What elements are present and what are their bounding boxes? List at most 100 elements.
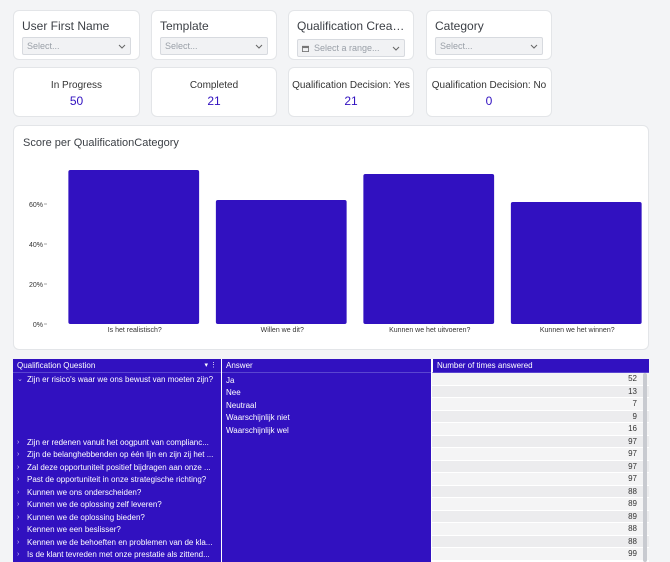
- question-text: Zijn er redenen vanuit het oogpunt van c…: [27, 437, 209, 447]
- question-row[interactable]: › Zijn er redenen vanuit het oogpunt van …: [13, 435, 221, 448]
- question-column: Qualification Question ▾ ⋮ ⌄ Zijn er ris…: [13, 359, 221, 562]
- answer-row: Ja: [226, 375, 235, 385]
- answer-row: Nee: [226, 388, 241, 398]
- chevron-right-icon[interactable]: ›: [17, 476, 27, 483]
- kpi-completed: Completed 21: [151, 67, 277, 117]
- y-tick-label: 60%: [29, 202, 43, 209]
- filter-label: Template: [160, 19, 209, 33]
- question-text: Zal deze opportuniteit positief bijdrage…: [27, 462, 211, 472]
- count-cell: 88: [432, 523, 649, 536]
- bar[interactable]: [363, 174, 495, 324]
- filter-template: Template Select...: [151, 10, 277, 60]
- count-cell: 88: [432, 485, 649, 498]
- question-text: Kennen we de behoeften en problemen van …: [27, 537, 213, 547]
- chevron-down-icon[interactable]: ⌄: [17, 375, 27, 383]
- chevron-down-icon: [530, 44, 538, 49]
- chevron-down-icon: [255, 44, 263, 49]
- chevron-right-icon[interactable]: ›: [17, 514, 27, 521]
- kpi-label: Completed: [189, 80, 239, 91]
- header-qualification-question[interactable]: Qualification Question ▾ ⋮: [13, 359, 221, 373]
- question-text: Kunnen we de oplossing zelf leveren?: [27, 500, 162, 510]
- count-cell: 97: [432, 473, 649, 486]
- answer-row: Waarschijnlijk wel: [226, 425, 289, 435]
- bar[interactable]: [510, 202, 642, 324]
- question-text: Past de opportuniteit in onze strategisc…: [27, 475, 207, 485]
- kpi-value: 0: [485, 94, 493, 108]
- select-placeholder: Select a range...: [314, 43, 380, 53]
- question-row[interactable]: › Kennen we een beslisser?: [13, 523, 221, 536]
- count-cell: 99: [432, 548, 649, 561]
- count-cell: 97: [432, 460, 649, 473]
- question-text: Kennen we een beslisser?: [27, 525, 121, 535]
- qualification-table: Qualification Question ▾ ⋮ ⌄ Zijn er ris…: [13, 359, 649, 562]
- count-cell: 16: [432, 423, 649, 436]
- chevron-right-icon[interactable]: ›: [17, 464, 27, 471]
- answer-row: Neutraal: [226, 400, 257, 410]
- kpi-value: 21: [207, 94, 221, 108]
- filter-label: User First Name: [22, 19, 110, 33]
- question-text: Zijn er risico's waar we ons bewust van …: [27, 375, 214, 384]
- category-select[interactable]: Select...: [435, 37, 543, 55]
- answer-row: Waarschijnlijk niet: [226, 413, 290, 423]
- count-cell: 7: [432, 398, 649, 411]
- x-tick-label: Kunnen we het winnen?: [540, 327, 615, 334]
- count-cell: 97: [432, 435, 649, 448]
- question-row[interactable]: › Zal deze opportuniteit positief bijdrag…: [13, 460, 221, 473]
- date-range-select[interactable]: Select a range...: [297, 39, 405, 57]
- bar[interactable]: [215, 200, 347, 324]
- header-answer[interactable]: Answer: [222, 359, 431, 373]
- question-row[interactable]: › Past de opportuniteit in onze strategis…: [13, 473, 221, 486]
- chevron-down-icon: [118, 44, 126, 49]
- template-select[interactable]: Select...: [160, 37, 268, 55]
- chevron-right-icon[interactable]: ›: [17, 489, 27, 496]
- count-column: Number of times answered 52 13 7 9 16 97 97 97 9…: [432, 359, 649, 562]
- score-bar-chart: 0% 20% 40% 60% Is het realistisch? Willen we …: [29, 170, 642, 334]
- chevron-right-icon[interactable]: ›: [17, 439, 27, 446]
- kpi-decision-yes: Qualification Decision: Yes 21: [288, 67, 414, 117]
- y-tick-label: 40%: [29, 242, 43, 249]
- kpi-in-progress: In Progress 50: [13, 67, 140, 117]
- header-label: Answer: [226, 361, 253, 370]
- count-cell: 88: [432, 535, 649, 548]
- score-chart-card: Score per QualificationCategory 0% 20% 40%…: [13, 125, 649, 350]
- chevron-right-icon[interactable]: ›: [17, 551, 27, 558]
- kpi-value: 21: [344, 94, 358, 108]
- chevron-down-icon: [392, 46, 400, 51]
- count-cell: 13: [432, 385, 649, 398]
- count-cell: 9: [432, 410, 649, 423]
- header-label: Qualification Question: [17, 361, 96, 370]
- count-cell: 52: [432, 373, 649, 386]
- user-first-name-select[interactable]: Select...: [22, 37, 131, 55]
- filter-category: Category Select...: [426, 10, 552, 60]
- question-row[interactable]: › Is de klant tevreden met onze prestatie…: [13, 548, 221, 561]
- chevron-right-icon[interactable]: ›: [17, 539, 27, 546]
- x-tick-label: Kunnen we het uitvoeren?: [389, 327, 470, 334]
- count-cell: 89: [432, 498, 649, 511]
- bar[interactable]: [68, 170, 200, 324]
- chevron-right-icon[interactable]: ›: [17, 501, 27, 508]
- question-rows: › Zijn er redenen vanuit het oogpunt van …: [13, 435, 221, 560]
- answer-column: Answer Ja Nee Neutraal Waarschijnlijk niet W…: [222, 359, 431, 562]
- question-row[interactable]: › Kennen we de behoeften en problemen van…: [13, 535, 221, 548]
- chevron-right-icon[interactable]: ›: [17, 526, 27, 533]
- kpi-label: Qualification Decision: No: [431, 80, 547, 91]
- y-tick-label: 20%: [29, 282, 43, 289]
- question-row[interactable]: › Kunnen we de oplossing zelf leveren?: [13, 498, 221, 511]
- header-count[interactable]: Number of times answered: [432, 359, 649, 373]
- filter-label: Category: [435, 19, 484, 33]
- chevron-right-icon[interactable]: ›: [17, 451, 27, 458]
- question-text: Kunnen we ons onderscheiden?: [27, 487, 142, 497]
- select-placeholder: Select...: [440, 41, 473, 51]
- vertical-scrollbar[interactable]: [643, 373, 647, 562]
- expanded-question-row[interactable]: ⌄ Zijn er risico's waar we ons bewust va…: [13, 373, 221, 435]
- question-text: Kunnen we de oplossing bieden?: [27, 512, 145, 522]
- question-row[interactable]: › Kunnen we de oplossing bieden?: [13, 510, 221, 523]
- question-row[interactable]: › Kunnen we ons onderscheiden?: [13, 485, 221, 498]
- question-text: Is de klant tevreden met onze prestatie …: [27, 550, 210, 560]
- answer-rows: Ja Nee Neutraal Waarschijnlijk niet Waarschi…: [222, 373, 431, 436]
- sort-menu-icon[interactable]: ▾ ⋮: [205, 361, 217, 369]
- header-label: Number of times answered: [437, 361, 533, 370]
- y-tick-label: 0%: [33, 322, 43, 329]
- question-row[interactable]: › Zijn de belanghebbenden op één lijn en …: [13, 448, 221, 461]
- kpi-decision-no: Qualification Decision: No 0: [426, 67, 552, 117]
